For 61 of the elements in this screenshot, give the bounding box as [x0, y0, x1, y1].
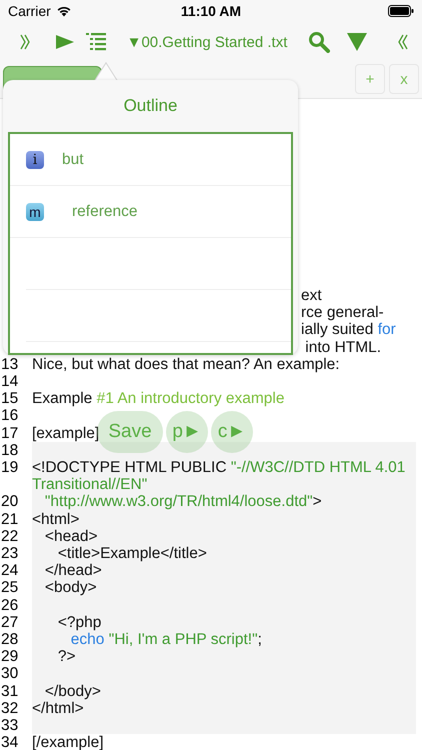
code-line: echo "Hi, I'm a PHP script!"; — [70, 631, 262, 648]
tab-action-button[interactable]: x — [389, 64, 419, 94]
code-line: <html> — [32, 510, 80, 528]
line-number: 32 — [0, 700, 32, 718]
tab-action-button[interactable]: + — [355, 64, 385, 94]
method-badge-icon: m — [26, 202, 44, 220]
code-line: </head> — [44, 562, 102, 580]
line-number: 30 — [0, 665, 32, 683]
floating-button[interactable]: p► — [166, 411, 208, 453]
info-badge-icon: i — [26, 150, 44, 168]
floating-button[interactable]: c► — [211, 411, 253, 453]
line-number: 27 — [0, 614, 32, 632]
double-chevron-left-icon[interactable] — [398, 34, 408, 50]
dropdown-triangle-icon[interactable] — [347, 33, 367, 51]
line-number: 31 — [0, 682, 32, 700]
line-number: 16 — [0, 407, 20, 425]
code-line: </html> — [32, 700, 84, 718]
carrier-label: Carrier — [8, 3, 51, 19]
line-number: 25 — [0, 579, 32, 597]
code-line: "http://www.w3.org/TR/html4/loose.dtd"> — [44, 493, 322, 511]
line-number: 34 — [0, 734, 20, 750]
clock-time: 11:10 AM — [180, 3, 242, 19]
outline-item[interactable]: i but — [10, 134, 291, 186]
code-line: ially suited for — [301, 321, 396, 339]
line-number: 18 — [0, 442, 32, 460]
line-number: 24 — [0, 562, 32, 580]
code-line: ?> — [56, 648, 76, 666]
code-line: Example #1 An introductory example — [32, 390, 284, 408]
search-icon[interactable] — [308, 31, 330, 53]
line-number: 26 — [0, 596, 32, 614]
floating-button[interactable]: Save — [97, 411, 163, 453]
line-number: 20 — [0, 493, 32, 511]
double-chevron-right-icon[interactable] — [20, 34, 30, 50]
line-number: 33 — [0, 717, 32, 734]
code-line: <title>Example</title> — [56, 545, 207, 562]
line-number: 21 — [0, 510, 32, 528]
code-line: <!DOCTYPE HTML PUBLIC "-//W3C//DTD HTML 4.01 Transitional//EN" — [32, 459, 406, 494]
play-icon[interactable] — [56, 35, 74, 49]
code-line: </body> — [44, 682, 101, 700]
outline-list-icon[interactable] — [86, 33, 106, 51]
code-line: <body> — [44, 579, 97, 597]
code-line: Nice, but what does that mean? An example: — [32, 356, 340, 374]
line-number: 28 — [0, 631, 32, 648]
code-line: into HTML. — [304, 338, 382, 356]
line-number: 14 — [0, 373, 20, 390]
outline-item[interactable]: m reference — [10, 186, 291, 238]
line-number: 22 — [0, 528, 32, 546]
wifi-icon — [56, 5, 72, 17]
line-number: 15 — [0, 390, 20, 408]
battery-icon — [388, 5, 414, 17]
line-number: 17 — [0, 424, 20, 442]
code-line: [example] — [32, 424, 100, 442]
code-line: <?php — [56, 614, 102, 632]
code-line: <head> — [44, 528, 98, 546]
line-number: 23 — [0, 545, 32, 562]
line-number: 13 — [0, 356, 20, 374]
code-line: rce general- — [301, 304, 384, 322]
line-number: 29 — [0, 648, 32, 666]
line-number: 19 — [0, 459, 32, 494]
popover-title: Outline — [124, 95, 178, 117]
code-line: ext — [301, 287, 322, 304]
